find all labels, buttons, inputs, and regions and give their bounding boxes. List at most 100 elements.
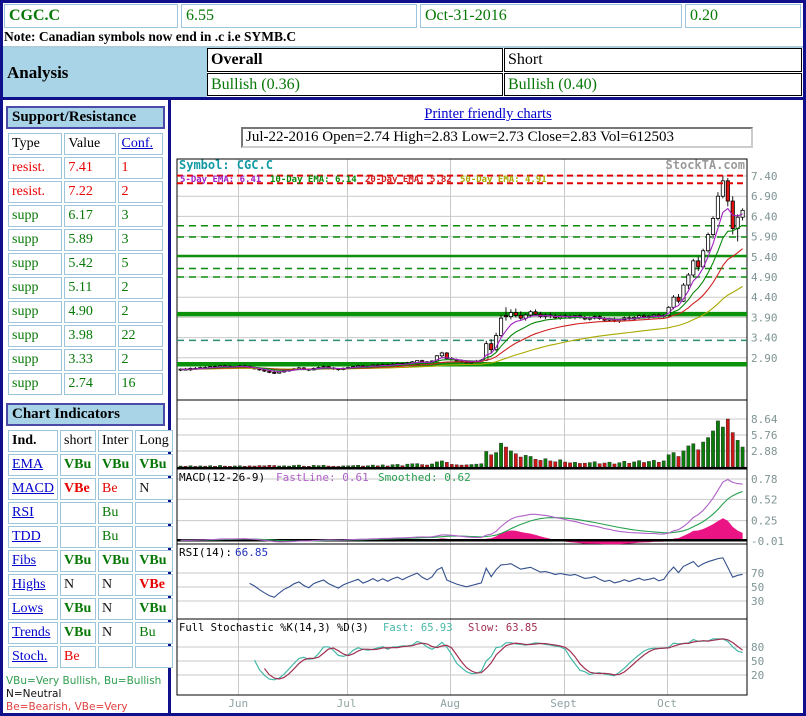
indicator-link-macd[interactable]: MACD [12, 481, 54, 496]
stoch-axis-label: 20 [751, 669, 764, 682]
ind-col-long: Long [135, 430, 173, 452]
ind-inter: N [98, 598, 133, 620]
table-row: HighsNNVBe [8, 574, 173, 596]
rsi-axis-label: 70 [751, 567, 764, 580]
sr-value: 3.33 [64, 349, 115, 371]
sr-conf: 5 [118, 253, 163, 275]
rsi-value: 66.85 [235, 546, 268, 559]
sr-value: 5.11 [64, 277, 115, 299]
ind-long: VBe [135, 574, 173, 596]
ind-long: VBu [135, 550, 173, 572]
price-axis-label: 2.90 [751, 352, 778, 365]
ind-inter [98, 646, 133, 668]
ind-short: VBu [60, 598, 96, 620]
ind-short [60, 526, 96, 548]
ind-short: VBe [60, 478, 96, 500]
analysis-section: Analysis Overall Short Bullish (0.36) Bu… [3, 46, 803, 100]
ind-long [135, 646, 173, 668]
price-axis-label: 3.90 [751, 311, 778, 324]
chart-content: Printer friendly charts Symbol: CGC.C Sto… [171, 100, 805, 716]
chart-indicators-table: Ind. short Inter Long EMAVBuVBuVBu MACDV… [6, 428, 175, 670]
ind-long [135, 526, 173, 548]
price-axis-label: 6.40 [751, 210, 778, 223]
ema-legend-item: 5-Day EMA: 6.41 [180, 175, 261, 185]
ind-inter: Bu [98, 526, 133, 548]
date-cell: Oct-31-2016 [420, 4, 682, 28]
sr-type: resist. [8, 157, 62, 179]
sr-conf: 2 [118, 181, 163, 203]
indicator-link-highs[interactable]: Highs [12, 577, 45, 592]
stockta-watermark: StockTA.com [666, 158, 745, 172]
rsi-axis-label: 30 [751, 595, 764, 608]
indicator-link-lows[interactable]: Lows [12, 601, 43, 616]
price-axis-label: 6.90 [751, 190, 778, 203]
indicator-link-stoch[interactable]: Stoch. [12, 649, 47, 664]
volume-axis-label: 8.64 [751, 413, 778, 426]
macd-axis-label: 0.25 [751, 515, 778, 528]
signal-legend: VBu=Very Bullish, Bu=Bullish N=Neutral B… [6, 675, 165, 716]
sr-conf: 3 [118, 205, 163, 227]
stockta-page: CGC.C 6.55 Oct-31-2016 0.20 Note: Canadi… [0, 0, 806, 716]
table-row: Stoch.Be [8, 646, 173, 668]
stoch-slow-value: Slow: 63.85 [468, 622, 538, 634]
sr-type: resist. [8, 181, 62, 203]
stoch-axis-label: 50 [751, 655, 764, 668]
sr-col-type: Type [8, 133, 62, 155]
ind-short: VBu [60, 622, 96, 644]
conf-link[interactable]: Conf. [122, 136, 154, 151]
ind-inter: VBu [98, 454, 133, 476]
symbol-cell: CGC.C [4, 4, 178, 28]
sr-value: 4.90 [64, 301, 115, 323]
indicator-link-tdd[interactable]: TDD [12, 529, 41, 544]
sr-value: 7.22 [64, 181, 115, 203]
analysis-short-value: Bullish (0.40) [504, 73, 802, 97]
sr-type: supp [8, 301, 62, 323]
ind-inter: N [98, 574, 133, 596]
volume-axis-label: 5.76 [751, 429, 778, 442]
ind-col-inter: Inter [98, 430, 133, 452]
support-resistance-table: Type Value Conf. resist.7.411 resist.7.2… [6, 131, 165, 397]
ind-col-name: Ind. [8, 430, 58, 452]
printer-link-row: Printer friendly charts [171, 105, 805, 123]
price-axis-label: 3.40 [751, 332, 778, 345]
ind-col-short: short [60, 430, 96, 452]
sr-type: supp [8, 253, 62, 275]
indicator-link-ema[interactable]: EMA [12, 457, 43, 472]
ind-inter: Be [98, 478, 133, 500]
ind-inter: Bu [98, 502, 133, 524]
rsi-axis-label: 50 [751, 581, 764, 594]
legend-bullish: VBu=Very Bullish, Bu=Bullish [6, 675, 165, 688]
sr-conf: 22 [118, 325, 163, 347]
sr-type: supp [8, 229, 62, 251]
table-row: supp3.332 [8, 349, 163, 371]
chart-symbol-label: Symbol: CGC.C [179, 158, 273, 172]
analysis-grid: Overall Short Bullish (0.36) Bullish (0.… [207, 48, 803, 97]
month-axis-label: Sept [550, 697, 577, 710]
price-axis-label: 4.90 [751, 271, 778, 284]
sr-value: 7.41 [64, 157, 115, 179]
sr-conf: 3 [118, 229, 163, 251]
printer-friendly-link[interactable]: Printer friendly charts [424, 106, 551, 122]
stoch-label: Full Stochastic %K(14,3) %D(3) [179, 622, 369, 634]
table-header-row: Type Value Conf. [8, 133, 163, 155]
table-row: TDD Bu [8, 526, 173, 548]
indicator-link-rsi[interactable]: RSI [12, 505, 34, 520]
sr-conf: 2 [118, 349, 163, 371]
indicator-link-fibs[interactable]: Fibs [12, 553, 36, 568]
ohlc-info-input[interactable] [241, 127, 753, 148]
indicator-link-trends[interactable]: Trends [12, 625, 50, 640]
macd-axis-label: -0.01 [751, 535, 784, 548]
chart-indicators-header: Chart Indicators [6, 403, 165, 426]
price-axis-label: 5.40 [751, 251, 778, 264]
ema-legend-item: 20-Day EMA: 5.82 [365, 175, 452, 185]
table-row: LowsVBuNVBu [8, 598, 173, 620]
table-row: supp2.7416 [8, 373, 163, 395]
price-axis-label: 5.90 [751, 231, 778, 244]
ind-long: N [135, 478, 173, 500]
stoch-fast-value: Fast: 65.93 [383, 622, 453, 634]
table-row: RSI Bu [8, 502, 173, 524]
ema-legend-item: 10-Day EMA: 6.14 [270, 175, 357, 185]
sr-conf: 1 [118, 157, 163, 179]
sr-value: 6.17 [64, 205, 115, 227]
sr-conf: 16 [118, 373, 163, 395]
